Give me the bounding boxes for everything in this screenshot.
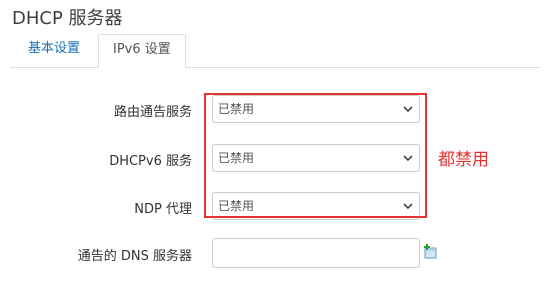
dns-servers-label: 通告的 DNS 服务器 [77,249,192,264]
page-title: DHCP 服务器 [12,8,123,29]
highlight-box [204,93,427,218]
tab-basic-settings[interactable]: 基本设置 [14,34,94,66]
dns-servers-input[interactable] [212,238,420,268]
annotation-text: 都禁用 [438,150,489,170]
tab-bar: 基本设置 IPv6 设置 [10,34,540,68]
ndp-proxy-label: NDP 代理 [134,202,192,217]
tab-ipv6-settings[interactable]: IPv6 设置 [98,34,186,68]
add-icon[interactable] [422,243,438,259]
ra-service-label: 路由通告服务 [113,105,192,120]
dhcpv6-service-label: DHCPv6 服务 [109,154,192,169]
